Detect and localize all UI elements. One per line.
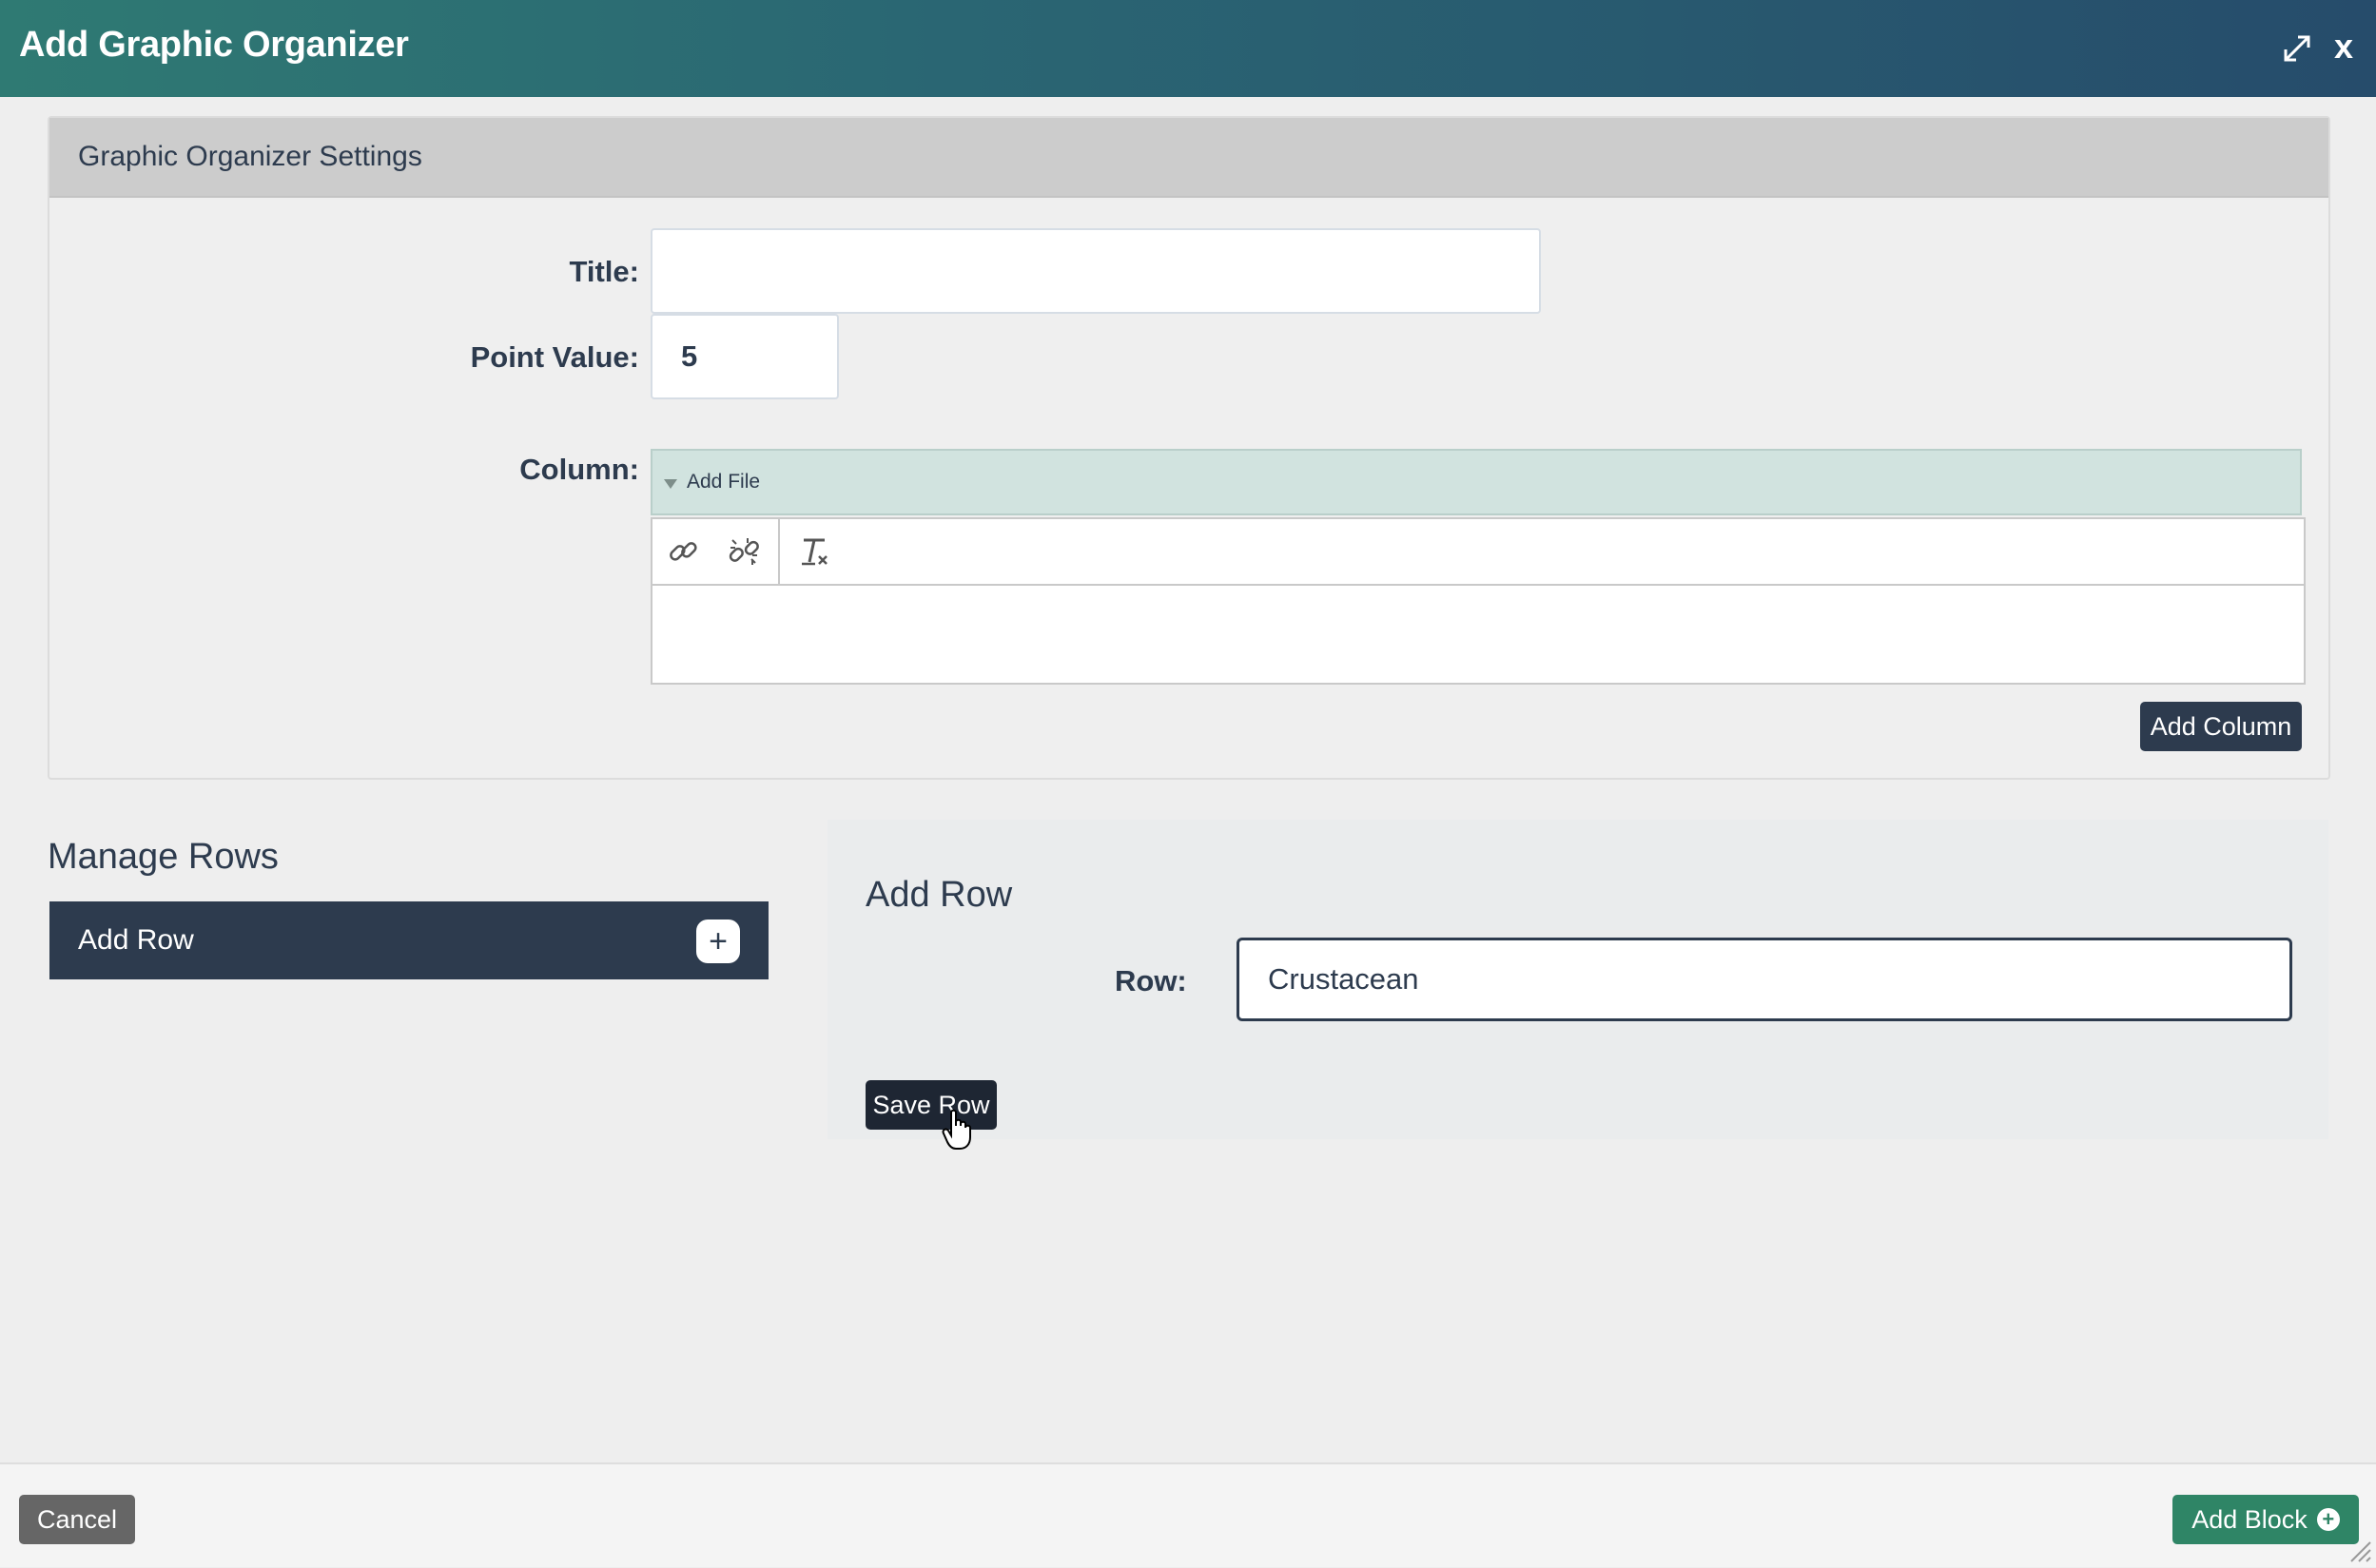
add-block-label: Add Block [2191,1504,2308,1534]
add-file-label: Add File [687,471,761,493]
title-input[interactable] [651,228,1541,314]
clear-format-icon[interactable] [784,519,845,584]
add-row-panel: Add Row Row: Crustacean Save Row [828,820,2328,1139]
unlink-icon[interactable] [713,519,774,584]
plus-circle-icon: + [2316,1508,2340,1531]
column-label: Column: [519,453,639,486]
editor-body[interactable] [652,586,2304,683]
row-label: Row: [1115,964,1187,997]
toolbar-divider [778,519,780,584]
modal-header: Add Graphic Organizer x [0,0,2376,97]
add-file-toggle[interactable]: Add File [651,449,2302,515]
add-row-item[interactable]: Add Row + [49,901,769,979]
editor-toolbar [652,519,2304,586]
settings-heading: Graphic Organizer Settings [49,118,2328,198]
row-input[interactable]: Crustacean [1237,938,2292,1021]
add-row-heading: Add Row [866,875,1013,915]
cancel-button[interactable]: Cancel [19,1495,135,1544]
link-icon[interactable] [652,519,713,584]
add-block-button[interactable]: Add Block + [2172,1495,2359,1544]
triangle-down-icon [664,479,677,489]
modal-title: Add Graphic Organizer [19,25,409,65]
add-row-label: Add Row [78,924,194,956]
plus-icon[interactable]: + [696,920,740,963]
column-editor [651,517,2306,685]
resize-grip-icon[interactable] [2347,1539,2372,1563]
title-label: Title: [569,255,640,288]
expand-icon[interactable] [2281,32,2313,65]
save-row-button[interactable]: Save Row [866,1080,997,1130]
pointer-hand-icon [942,1109,974,1151]
close-button[interactable]: x [2334,27,2353,67]
point-value-input[interactable]: 5 [651,314,839,399]
point-value-label: Point Value: [470,340,639,374]
modal-footer: Cancel Add Block + [0,1462,2376,1567]
add-column-button[interactable]: Add Column [2140,702,2302,751]
manage-rows-heading: Manage Rows [48,837,279,877]
graphic-organizer-settings-panel: Graphic Organizer Settings Title: Point … [48,116,2330,780]
